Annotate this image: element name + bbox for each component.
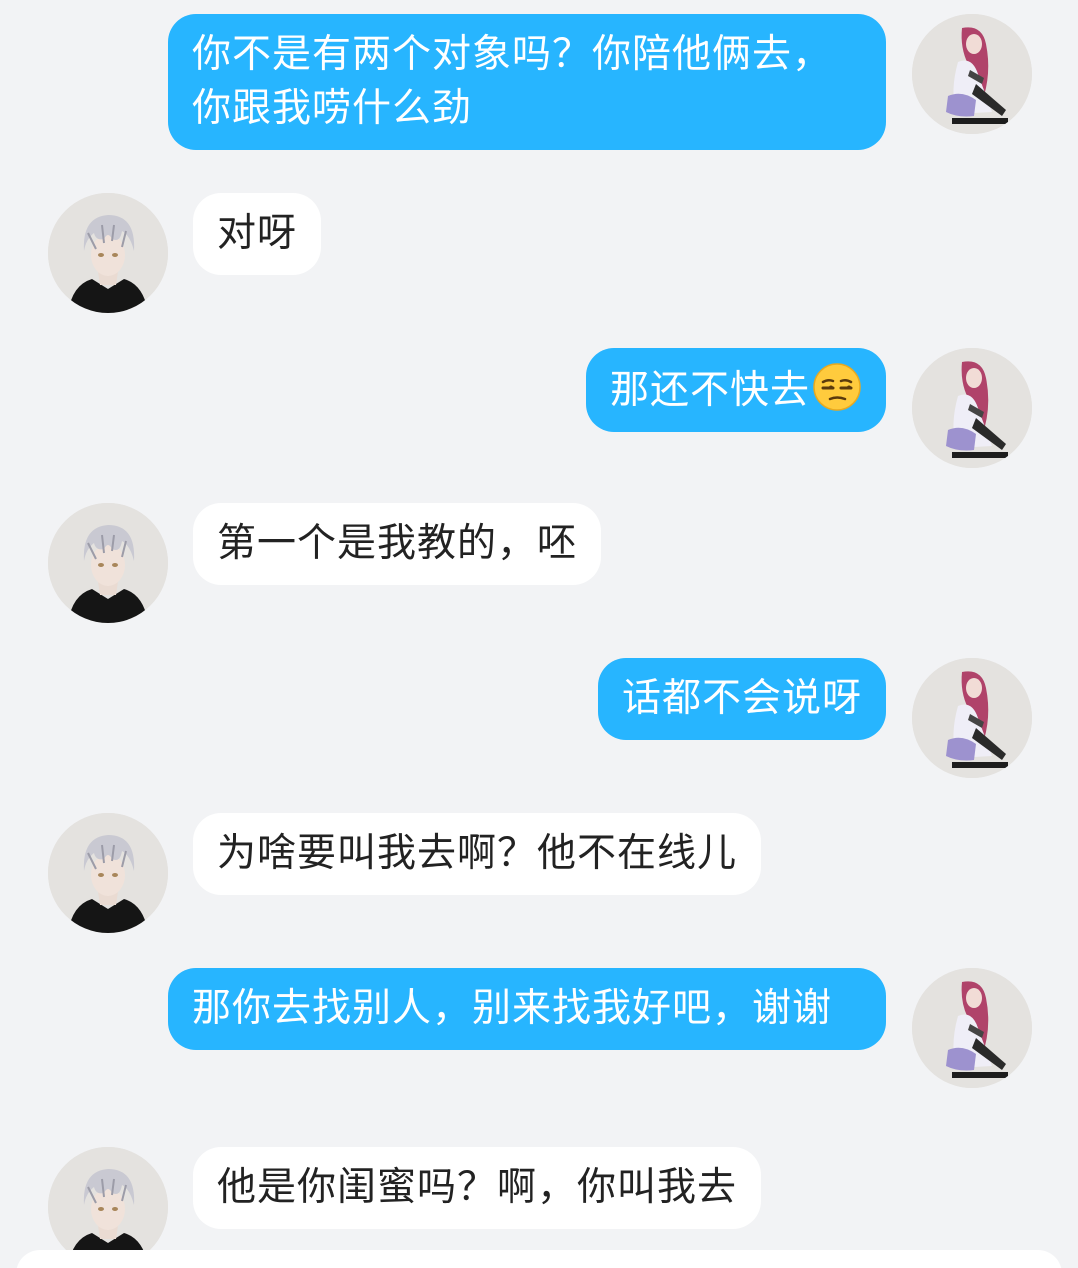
input-panel[interactable]	[16, 1250, 1062, 1268]
message-text: 话都不会说呀	[621, 676, 862, 721]
message-text: 对呀	[217, 211, 298, 256]
incoming-message-bubble[interactable]: 为啥要叫我去啊？他不在线儿	[193, 813, 762, 895]
message-text: 第一个是我教的，呸	[217, 521, 578, 566]
unamused-face-emoji-icon	[812, 362, 862, 412]
message-text: 那还不快去	[609, 368, 810, 413]
male-avatar[interactable]	[48, 503, 168, 623]
message-text: 你不是有两个对象吗？你陪他俩去，你跟我唠什么劲	[192, 32, 833, 131]
incoming-message-bubble[interactable]: 第一个是我教的，呸	[193, 503, 602, 585]
incoming-message-bubble[interactable]: 对呀	[193, 193, 322, 275]
male-avatar[interactable]	[48, 1147, 168, 1267]
male-avatar[interactable]	[48, 193, 168, 313]
outgoing-message-bubble[interactable]: 那还不快去	[585, 348, 886, 432]
female-avatar[interactable]	[912, 348, 1032, 468]
male-avatar[interactable]	[48, 813, 168, 933]
message-text: 那你去找别人，别来找我好吧，谢谢	[192, 986, 833, 1031]
outgoing-message-bubble[interactable]: 那你去找别人，别来找我好吧，谢谢	[168, 968, 886, 1050]
chat-window[interactable]: 你不是有两个对象吗？你陪他俩去，你跟我唠什么劲 对呀 那还不快去 第一个是我教的…	[0, 0, 1078, 1268]
female-avatar[interactable]	[912, 658, 1032, 778]
message-text: 为啥要叫我去啊？他不在线儿	[217, 831, 738, 876]
outgoing-message-bubble[interactable]: 话都不会说呀	[597, 658, 886, 740]
message-text: 他是你闺蜜吗？啊，你叫我去	[217, 1165, 738, 1210]
outgoing-message-bubble[interactable]: 你不是有两个对象吗？你陪他俩去，你跟我唠什么劲	[168, 14, 886, 150]
incoming-message-bubble[interactable]: 他是你闺蜜吗？啊，你叫我去	[193, 1147, 762, 1229]
female-avatar[interactable]	[912, 968, 1032, 1088]
female-avatar[interactable]	[912, 14, 1032, 134]
